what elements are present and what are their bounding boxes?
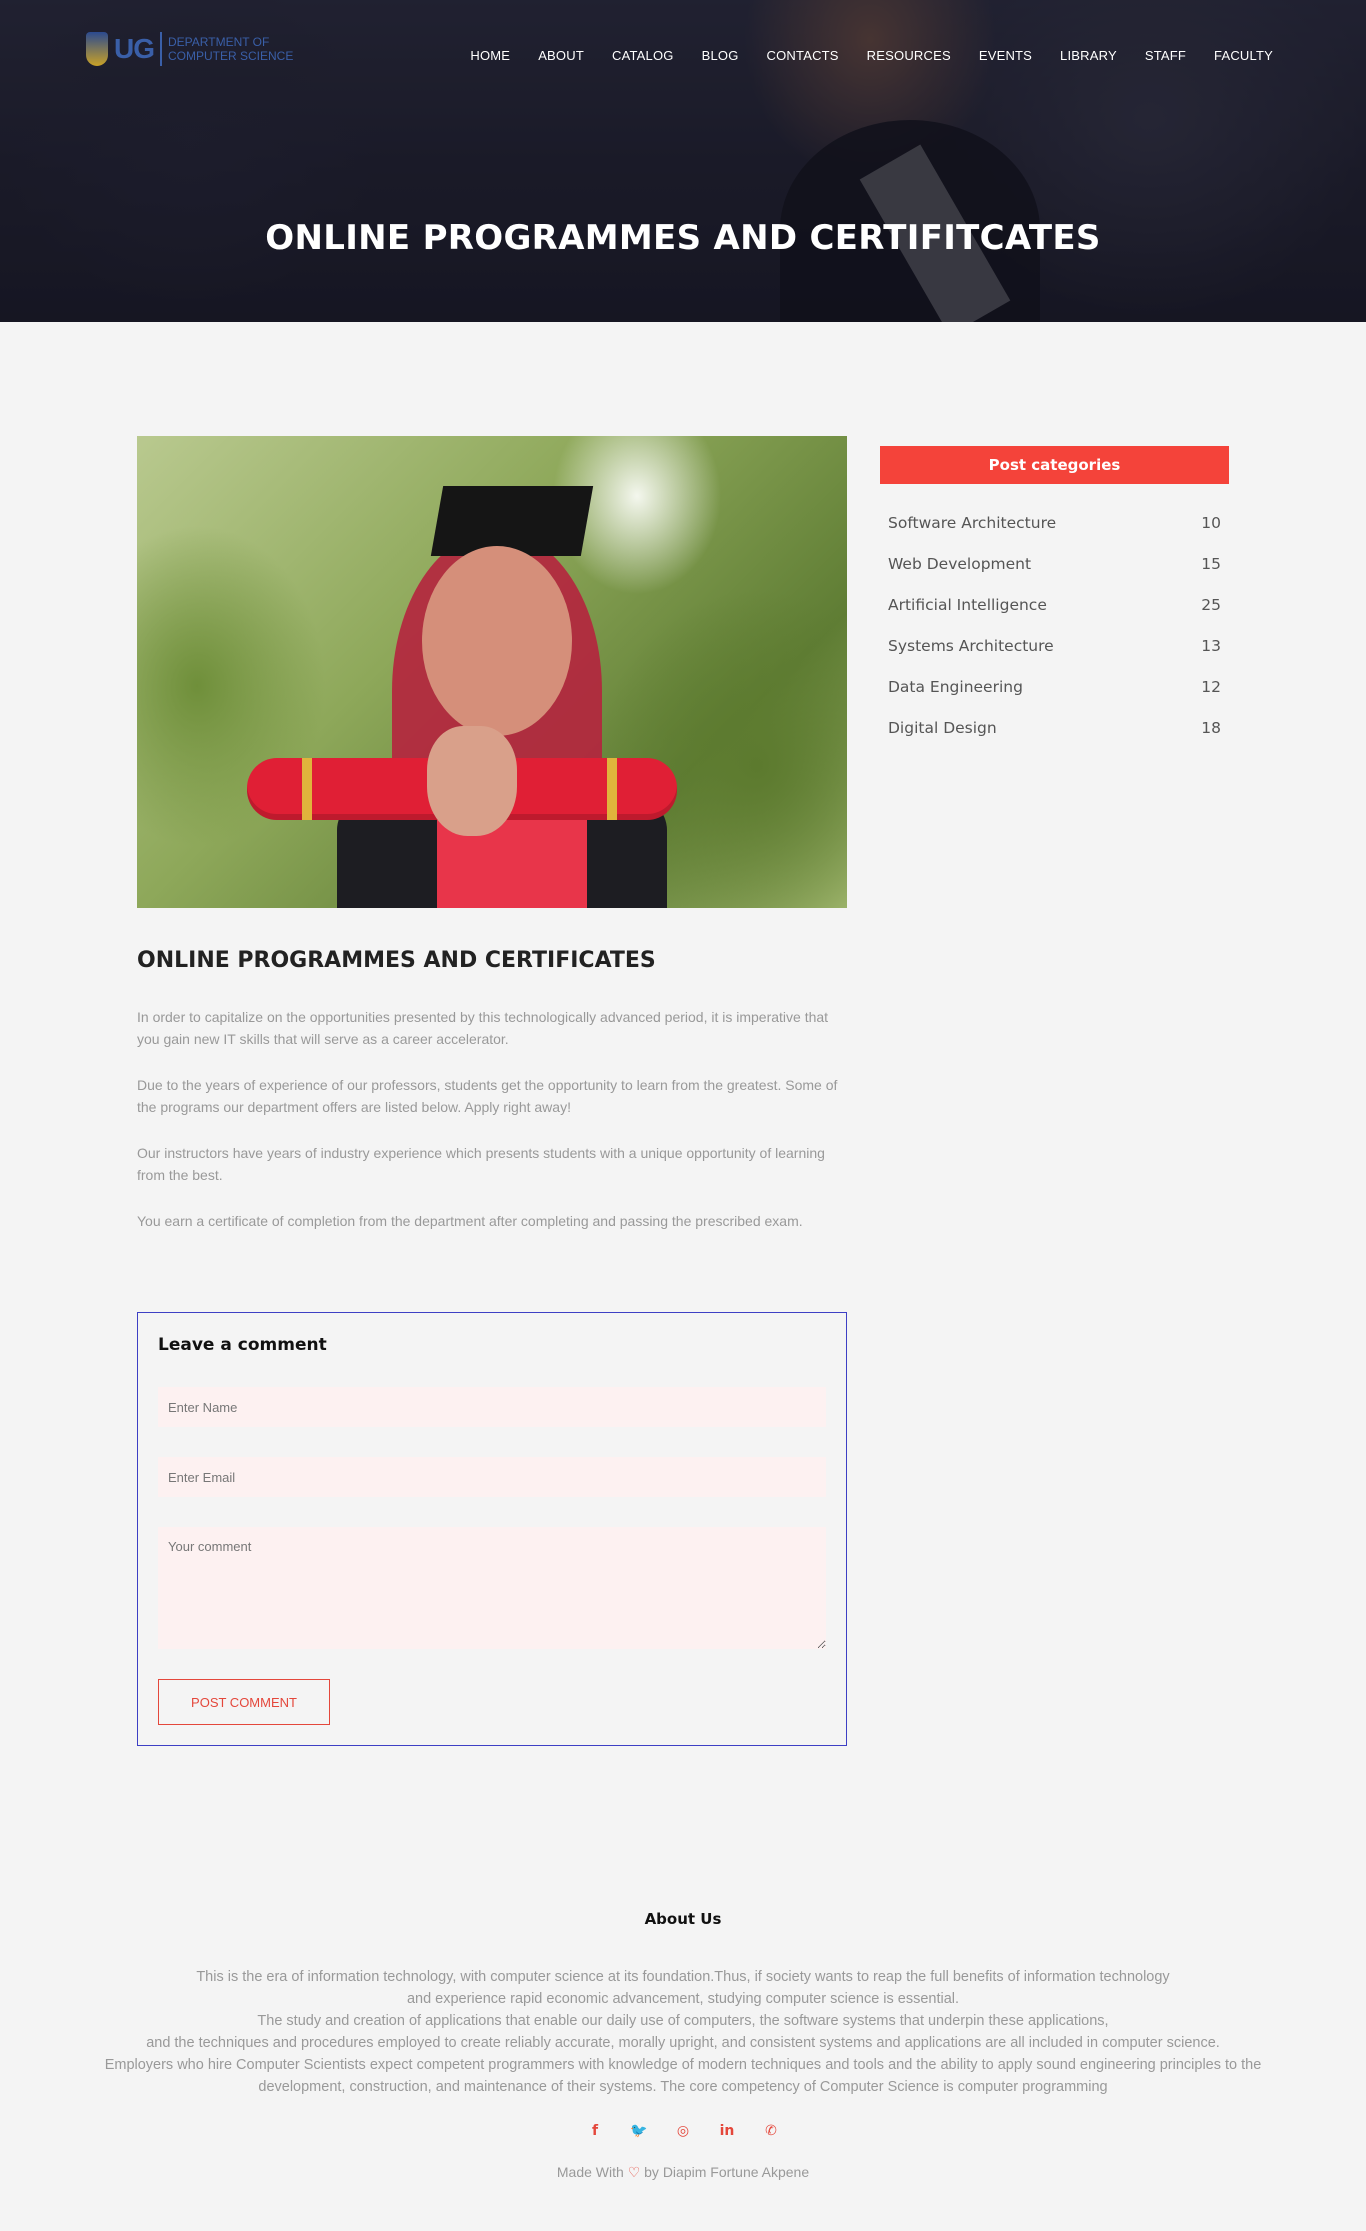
facebook-icon[interactable]: f	[584, 2120, 606, 2142]
about-line: and the techniques and procedures employ…	[146, 2035, 1220, 2051]
sidebar: Post categories Software Architecture 10…	[880, 446, 1229, 748]
post-paragraph: Our instructors have years of industry e…	[137, 1145, 825, 1183]
nav-contacts[interactable]: CONTACTS	[767, 48, 839, 63]
category-item-software-architecture[interactable]: Software Architecture 10	[880, 502, 1229, 543]
logo-line-1: DEPARTMENT OF	[168, 35, 270, 49]
category-name: Systems Architecture	[888, 636, 1054, 655]
category-name: Data Engineering	[888, 677, 1023, 696]
site-logo[interactable]: UG DEPARTMENT OF COMPUTER SCIENCE	[86, 32, 293, 66]
image-face-shape	[422, 546, 572, 736]
category-item-digital-design[interactable]: Digital Design 18	[880, 707, 1229, 748]
category-list: Software Architecture 10 Web Development…	[880, 502, 1229, 748]
post-title: ONLINE PROGRAMMES AND CERTIFICATES	[137, 948, 656, 973]
about-us-title: About Us	[644, 1910, 722, 1928]
category-item-web-development[interactable]: Web Development 15	[880, 543, 1229, 584]
category-name: Web Development	[888, 554, 1032, 573]
nav-blog[interactable]: BLOG	[702, 48, 739, 63]
image-hand-shape	[427, 726, 517, 836]
category-count: 13	[1201, 636, 1221, 655]
linkedin-icon[interactable]: in	[716, 2120, 738, 2142]
heart-icon: ♡	[627, 2164, 641, 2180]
social-links: f 🐦 ◎ in ✆	[0, 2120, 1366, 2142]
credits: Made With ♡ by Diapim Fortune Akpene	[0, 2164, 1366, 2181]
category-count: 12	[1201, 677, 1221, 696]
twitter-icon[interactable]: 🐦	[628, 2120, 650, 2142]
hero-banner: UG DEPARTMENT OF COMPUTER SCIENCE HOME A…	[0, 0, 1366, 322]
credits-author: by Diapim Fortune Akpene	[644, 2164, 810, 2180]
crest-icon	[86, 32, 108, 66]
post-paragraph: In order to capitalize on the opportunit…	[137, 1009, 829, 1047]
category-item-artificial-intelligence[interactable]: Artificial Intelligence 25	[880, 584, 1229, 625]
comment-form-title: Leave a comment	[158, 1335, 327, 1355]
whatsapp-icon[interactable]: ✆	[760, 2120, 782, 2142]
main-content: ONLINE PROGRAMMES AND CERTIFICATES In or…	[0, 322, 1366, 1842]
comment-form: Leave a comment POST COMMENT	[137, 1312, 847, 1746]
logo-line-2: COMPUTER SCIENCE	[168, 49, 294, 63]
logo-department-text: DEPARTMENT OF COMPUTER SCIENCE	[168, 35, 293, 63]
category-count: 25	[1201, 595, 1221, 614]
credits-prefix: Made With	[556, 2164, 624, 2180]
category-name: Artificial Intelligence	[888, 595, 1047, 614]
post-paragraph: Due to the years of experience of our pr…	[137, 1077, 838, 1115]
comment-textarea[interactable]	[158, 1527, 826, 1649]
instagram-icon[interactable]: ◎	[672, 2120, 694, 2142]
image-scroll-band	[607, 758, 617, 820]
nav-library[interactable]: LIBRARY	[1060, 48, 1117, 63]
about-line: Employers who hire Computer Scientists e…	[104, 2057, 1262, 2073]
post-categories-header: Post categories	[880, 446, 1229, 484]
nav-resources[interactable]: RESOURCES	[867, 48, 951, 63]
category-count: 15	[1201, 554, 1221, 573]
nav-faculty[interactable]: FACULTY	[1214, 48, 1273, 63]
image-scroll-band	[302, 758, 312, 820]
post-body: In order to capitalize on the opportunit…	[137, 1006, 842, 1256]
category-count: 18	[1201, 718, 1221, 737]
name-input[interactable]	[158, 1387, 826, 1427]
category-item-data-engineering[interactable]: Data Engineering 12	[880, 666, 1229, 707]
nav-about[interactable]: ABOUT	[538, 48, 584, 63]
nav-catalog[interactable]: CATALOG	[612, 48, 674, 63]
about-line: This is the era of information technolog…	[196, 1969, 1170, 1985]
category-count: 10	[1201, 513, 1221, 532]
category-name: Software Architecture	[888, 513, 1057, 532]
about-line: The study and creation of applications t…	[257, 2013, 1109, 2029]
image-cap-shape	[430, 486, 594, 556]
footer: About Us This is the era of information …	[0, 1842, 1366, 2231]
nav-staff[interactable]: STAFF	[1145, 48, 1186, 63]
about-us-text: This is the era of information technolog…	[40, 1966, 1326, 2098]
top-navigation: UG DEPARTMENT OF COMPUTER SCIENCE HOME A…	[0, 0, 1366, 110]
category-name: Digital Design	[888, 718, 997, 737]
page-title: ONLINE PROGRAMMES AND CERTIFITCATES	[265, 218, 1101, 258]
post-paragraph: You earn a certificate of completion fro…	[137, 1213, 803, 1229]
about-line: and experience rapid economic advancemen…	[406, 1991, 960, 2007]
nav-home[interactable]: HOME	[470, 48, 510, 63]
post-featured-image	[137, 436, 847, 908]
category-item-systems-architecture[interactable]: Systems Architecture 13	[880, 625, 1229, 666]
post-comment-button[interactable]: POST COMMENT	[158, 1679, 330, 1725]
nav-events[interactable]: EVENTS	[979, 48, 1032, 63]
logo-ug-text: UG	[114, 32, 162, 66]
main-menu: HOME ABOUT CATALOG BLOG CONTACTS RESOURC…	[442, 48, 1273, 63]
email-input[interactable]	[158, 1457, 826, 1497]
about-line: development, construction, and maintenan…	[258, 2079, 1108, 2095]
